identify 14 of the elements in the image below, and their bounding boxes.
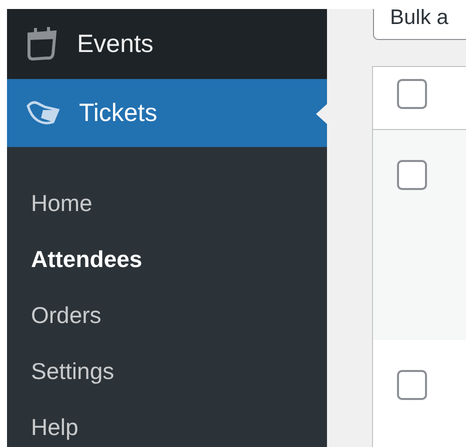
menu-label: Events bbox=[77, 30, 154, 58]
menu-item[interactable]: Tickets bbox=[7, 79, 327, 147]
submenu-link[interactable]: Home bbox=[7, 175, 92, 231]
checkbox[interactable] bbox=[397, 370, 427, 400]
submenu-link[interactable]: Attendees bbox=[7, 231, 142, 287]
menu-item[interactable]: Events bbox=[7, 9, 327, 79]
submenu-link[interactable]: Settings bbox=[7, 343, 114, 399]
submenu-link[interactable]: Help bbox=[7, 399, 78, 447]
menu-label: Tickets bbox=[79, 98, 158, 128]
calendar-icon bbox=[25, 26, 59, 62]
submenu-link[interactable]: Orders bbox=[7, 287, 102, 343]
bulk-actions-select[interactable]: Bulk a bbox=[373, 9, 466, 40]
checkbox[interactable] bbox=[397, 160, 427, 190]
checkbox[interactable] bbox=[397, 79, 427, 109]
